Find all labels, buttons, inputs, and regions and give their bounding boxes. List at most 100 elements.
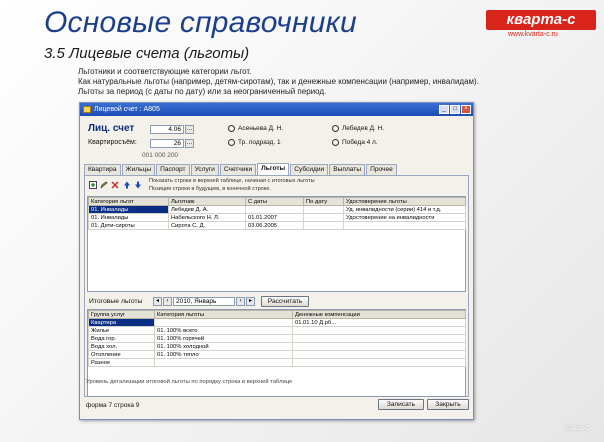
table-row[interactable]: Вода хол. 01. 100% холодной xyxy=(88,342,466,351)
account-number-field[interactable]: 4.06 xyxy=(150,125,184,134)
table-cell: Вода гор. xyxy=(88,334,155,343)
edit-row-icon[interactable] xyxy=(100,181,108,189)
table-cell: 01. Инвалиды xyxy=(88,205,169,214)
table-cell xyxy=(292,358,466,367)
close-button[interactable]: Закрыть xyxy=(427,399,469,410)
table-cell xyxy=(154,318,293,327)
slide-subtitle: 3.5 Лицевые счета (льготы) xyxy=(44,45,250,62)
column-header[interactable]: Денежные компенсации xyxy=(292,310,466,319)
move-down-icon[interactable] xyxy=(134,181,142,189)
slide-title: Основые справочники xyxy=(44,6,357,39)
table-cell: 01. Дети-сироты xyxy=(88,221,169,230)
company-logo: кварта-с www.kvarta-c.ru xyxy=(486,10,596,40)
search-icon[interactable] xyxy=(228,139,235,146)
account-select-icon[interactable]: … xyxy=(185,125,194,134)
panel-note: Показать строки в верхней таблице, начин… xyxy=(149,178,315,184)
tab-services[interactable]: Услуги xyxy=(190,164,219,175)
table-cell: 01.01.10 Д.рб... xyxy=(292,318,466,327)
benefits-panel: Показать строки в верхней таблице, начин… xyxy=(84,175,469,397)
tab-passport[interactable]: Паспорт xyxy=(156,164,190,175)
tenant-select-icon[interactable]: … xyxy=(185,139,194,148)
table-row[interactable]: Отопление 01. 100% тепло xyxy=(88,350,466,359)
tab-subsidies[interactable]: Субсидии xyxy=(290,164,329,175)
close-icon[interactable]: × xyxy=(461,105,471,114)
tab-apartment[interactable]: Квартира xyxy=(84,164,121,175)
period-field[interactable]: 2010, Январь xyxy=(173,297,235,306)
add-row-icon[interactable] xyxy=(89,181,97,189)
table-cell: 01. 100% холодной xyxy=(154,342,293,351)
tenant-label: Квартиросъём: xyxy=(88,139,137,146)
table-cell: Лебедев Д. А. xyxy=(168,205,246,214)
table-cell xyxy=(154,358,293,367)
tenant-field[interactable]: 26 xyxy=(150,139,184,148)
maximize-icon[interactable]: □ xyxy=(450,105,460,114)
table-cell: 01. 100% всего xyxy=(154,326,293,335)
panel-footnote: Уровень детализации итоговой льготы по п… xyxy=(86,379,293,385)
registration-label: Тр. подразд. 1 xyxy=(238,139,281,146)
window-titlebar[interactable]: Лицевой счет : А805 _ □ × xyxy=(80,103,473,116)
table-cell xyxy=(292,350,466,359)
logo-wordmark: кварта-с xyxy=(486,10,596,30)
table-row[interactable]: Разное xyxy=(88,358,466,367)
next-period-icon[interactable]: ▸ xyxy=(246,297,255,306)
prev-month-icon[interactable]: ‹ xyxy=(163,297,172,306)
save-button[interactable]: Записать xyxy=(378,399,424,410)
table-row[interactable]: Вода гор. 01. 100% горячей xyxy=(88,334,466,343)
account-window: Лицевой счет : А805 _ □ × Лиц. счет 4.06… xyxy=(79,102,474,420)
search-icon[interactable] xyxy=(228,125,235,132)
tab-residents[interactable]: Жильцы xyxy=(121,164,156,175)
benefits-table: Категория льгот Льготник С даты По дату … xyxy=(88,197,466,230)
person-name: Асеньева Д. Н. xyxy=(238,125,284,132)
search-icon[interactable] xyxy=(332,125,339,132)
summary-label: Итоговые льготы xyxy=(89,298,143,305)
table-row[interactable]: 01. Инвалиды Лебедев Д. А. Уд. инвалидно… xyxy=(88,205,466,214)
table-cell: Набельского Н. Л. xyxy=(168,213,246,222)
table-cell: Отопление xyxy=(88,350,155,359)
column-header[interactable]: С даты xyxy=(245,197,304,206)
column-header[interactable]: По дату xyxy=(303,197,344,206)
account-label: Лиц. счет xyxy=(88,123,135,134)
intro-line: Льготы за период (с даты по дату) или за… xyxy=(78,87,327,96)
street-label: Победа 4 л. xyxy=(342,139,378,146)
column-header[interactable]: Группа услуг xyxy=(88,310,155,319)
window-controls: _ □ × xyxy=(439,105,471,114)
tenant-code: 001 000 200 xyxy=(142,152,179,159)
table-cell: 01. Инвалиды xyxy=(88,213,169,222)
table-row[interactable]: Жилье 01. 100% всего xyxy=(88,326,466,335)
status-text: форма 7 строка 9 xyxy=(86,402,140,409)
tab-benefits[interactable]: Льготы xyxy=(257,163,290,175)
window-icon xyxy=(83,106,91,113)
tab-meters[interactable]: Счетчики xyxy=(219,164,257,175)
intro-line: Как натуральные льготы (например, детям-… xyxy=(78,77,479,86)
table-row[interactable]: 01. Инвалиды Набельского Н. Л. 01.01.200… xyxy=(88,213,466,222)
table-cell: 01.01.2007 xyxy=(245,213,304,222)
table-row[interactable]: Квартира 01.01.10 Д.рб... xyxy=(88,318,466,327)
table-cell xyxy=(245,205,304,214)
table-cell: Сирота С. Д. xyxy=(168,221,246,230)
table-cell xyxy=(303,205,344,214)
tab-other[interactable]: Прочее xyxy=(366,164,397,175)
prev-period-icon[interactable]: ◂ xyxy=(153,297,162,306)
column-header[interactable]: Категория льгот xyxy=(88,197,169,206)
logo-url: www.kvarta-c.ru xyxy=(508,31,558,38)
owner-name: Лебедев Д. Н. xyxy=(342,125,385,132)
tab-strip: Квартира Жильцы Паспорт Услуги Счетчики … xyxy=(84,163,398,175)
minimize-icon[interactable]: _ xyxy=(439,105,449,114)
table-cell: Уд. инвалидности (серии) 414 и т.д. xyxy=(343,205,466,214)
next-month-icon[interactable]: › xyxy=(236,297,245,306)
tab-payments[interactable]: Выплаты xyxy=(329,164,366,175)
column-header[interactable]: Категория льготы xyxy=(154,310,293,319)
search-icon[interactable] xyxy=(332,139,339,146)
table-cell: Вода хол. xyxy=(88,342,155,351)
table-row[interactable]: 01. Дети-сироты Сирота С. Д. 03.06.2005 xyxy=(88,221,466,230)
column-header[interactable]: Льготник xyxy=(168,197,246,206)
table-cell: Разное xyxy=(88,358,155,367)
column-header[interactable]: Удостоверение льготы xyxy=(343,197,466,206)
intro-text: Льготники и соответствующие категории ль… xyxy=(78,67,598,97)
recalculate-button[interactable]: Рассчитать xyxy=(261,296,309,307)
window-title: Лицевой счет : А805 xyxy=(94,106,160,113)
move-up-icon[interactable] xyxy=(123,181,131,189)
table-cell: 03.06.2005 xyxy=(245,221,304,230)
delete-row-icon[interactable] xyxy=(111,181,119,189)
table-cell: 01. 100% тепло xyxy=(154,350,293,359)
